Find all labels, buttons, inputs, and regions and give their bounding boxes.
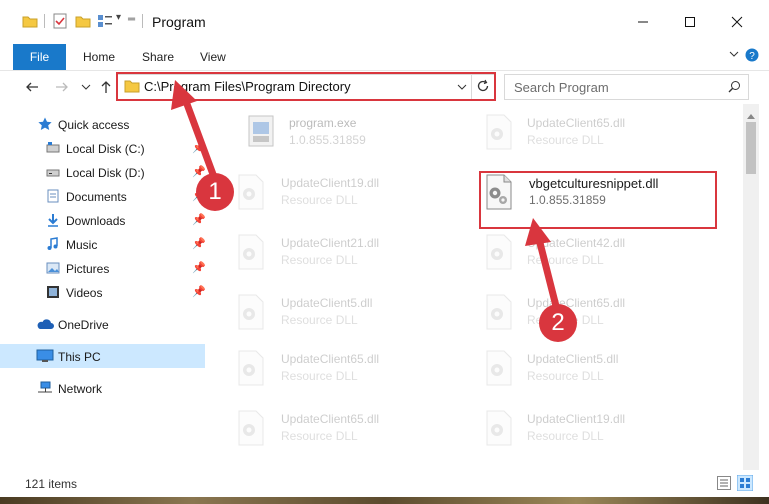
- callout-arrows: [171, 80, 561, 314]
- callout-badge-2: 2: [539, 304, 577, 342]
- explorer-window: ▾ ═ Program File Home Share View ? C:\Pr…: [0, 0, 769, 497]
- callout-badge-1: 1: [196, 173, 234, 211]
- desktop-background: [0, 497, 769, 504]
